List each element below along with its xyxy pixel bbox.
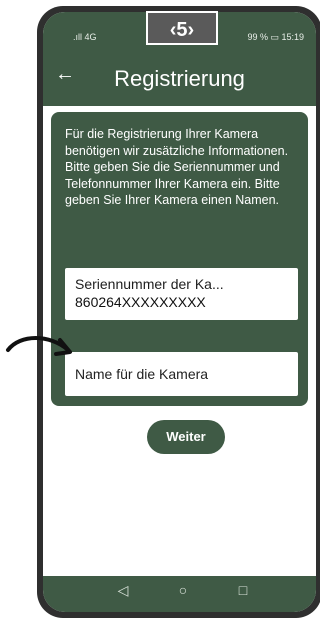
page-title: Registrierung [114,66,245,91]
screen: .ıll 4G 99 % ▭ 15:19 ← Registrierung Für… [43,12,316,612]
camera-name-placeholder: Name für die Kamera [75,366,209,382]
registration-card: Für die Registrierung Ihrer Kamera benöt… [51,112,308,406]
continue-button[interactable]: Weiter [147,420,225,454]
serial-number-value: 860264XXXXXXXXX [75,294,206,310]
content: Für die Registrierung Ihrer Kamera benöt… [43,106,316,576]
camera-name-field[interactable]: Name für die Kamera [65,352,298,396]
nav-home-icon[interactable]: ○ [175,582,191,598]
app-bar: ← Registrierung [43,52,316,106]
serial-number-field[interactable]: Seriennummer der Ka... 860264XXXXXXXXX [65,268,298,320]
status-right: 99 % ▭ 15:19 [247,32,304,42]
serial-number-label: Seriennummer der Ka... [75,276,224,292]
nav-back-icon[interactable]: ◁ [115,582,131,598]
system-nav-bar: ◁ ○ □ [43,576,316,612]
nav-recent-icon[interactable]: □ [235,582,251,598]
curved-arrow-icon [6,336,72,356]
signal-indicator: .ıll 4G [73,32,97,42]
step-badge: ‹5› [146,11,218,45]
info-text: Für die Registrierung Ihrer Kamera benöt… [65,127,289,207]
phone-frame: .ıll 4G 99 % ▭ 15:19 ← Registrierung Für… [37,6,320,618]
